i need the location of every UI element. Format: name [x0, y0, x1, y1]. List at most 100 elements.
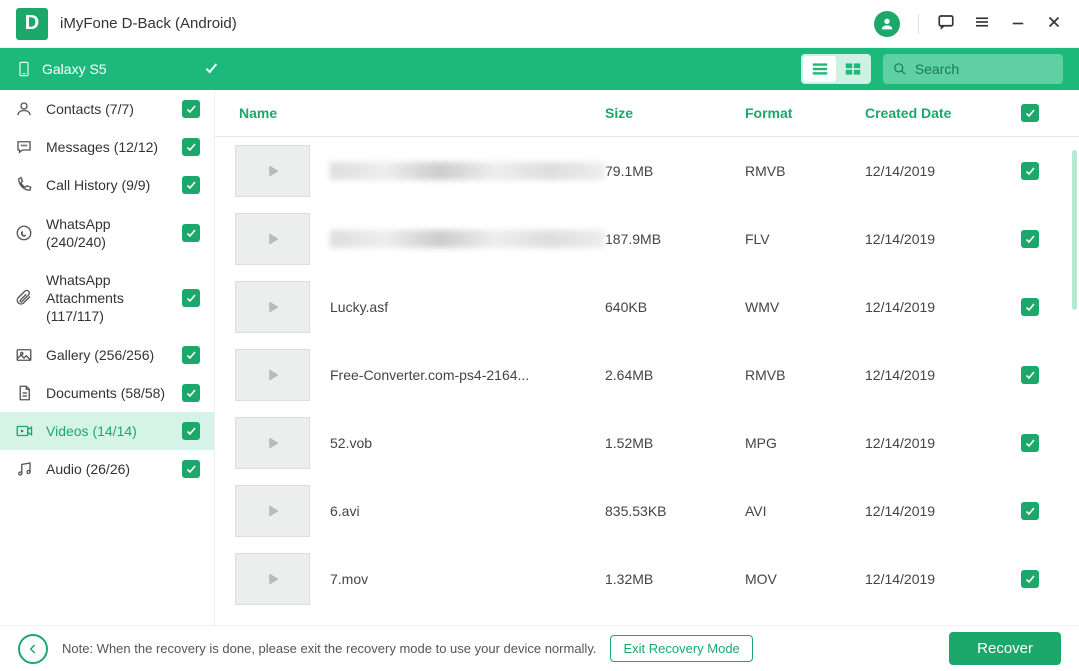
- col-name[interactable]: Name: [235, 105, 605, 121]
- file-name: 6.avi: [330, 503, 605, 519]
- file-date: 12/14/2019: [865, 435, 1015, 451]
- table-row[interactable]: 52.vob 1.52MB MPG 12/14/2019: [215, 409, 1077, 477]
- video-thumbnail: [235, 417, 310, 469]
- file-size: 640KB: [605, 299, 745, 315]
- row-checkbox[interactable]: [1015, 230, 1045, 248]
- sidebar: Contacts (7/7) Messages (12/12) Call His…: [0, 90, 215, 625]
- file-format: RMVB: [745, 163, 865, 179]
- row-checkbox[interactable]: [1015, 502, 1045, 520]
- col-format[interactable]: Format: [745, 105, 865, 121]
- view-toggle[interactable]: [801, 54, 871, 84]
- checkbox[interactable]: [182, 138, 200, 156]
- table-header: Name Size Format Created Date: [215, 90, 1079, 137]
- user-icon[interactable]: [874, 11, 900, 37]
- row-checkbox[interactable]: [1015, 298, 1045, 316]
- checkbox[interactable]: [182, 289, 200, 307]
- footer-note: Note: When the recovery is done, please …: [62, 641, 596, 656]
- app-logo: D: [16, 8, 48, 40]
- sidebar-item-label: Audio (26/26): [46, 460, 170, 478]
- device-name: Galaxy S5: [16, 58, 107, 80]
- doc-icon: [14, 384, 34, 402]
- sidebar-item-phone[interactable]: Call History (9/9): [0, 166, 214, 204]
- checkbox[interactable]: [182, 100, 200, 118]
- file-date: 12/14/2019: [865, 367, 1015, 383]
- col-select-all[interactable]: [1015, 104, 1045, 122]
- row-checkbox[interactable]: [1015, 162, 1045, 180]
- row-checkbox[interactable]: [1015, 570, 1045, 588]
- menu-icon[interactable]: [973, 13, 991, 34]
- sidebar-item-attach[interactable]: WhatsApp Attachments (117/117): [0, 261, 214, 336]
- video-thumbnail: [235, 145, 310, 197]
- file-format: RMVB: [745, 367, 865, 383]
- sidebar-item-gallery[interactable]: Gallery (256/256): [0, 336, 214, 374]
- back-button[interactable]: [18, 634, 48, 664]
- device-bar: Galaxy S5: [0, 48, 1079, 90]
- minimize-icon[interactable]: [1009, 13, 1027, 34]
- checkbox[interactable]: [182, 224, 200, 242]
- file-name: 7.mov: [330, 571, 605, 587]
- message-icon: [14, 138, 34, 156]
- table-row[interactable]: Free-Converter.com-ps4-2164... 2.64MB RM…: [215, 341, 1077, 409]
- file-name: ████████████: [330, 162, 605, 180]
- search-icon: [893, 61, 907, 77]
- checkbox[interactable]: [182, 346, 200, 364]
- close-icon[interactable]: [1045, 13, 1063, 34]
- file-size: 1.32MB: [605, 571, 745, 587]
- table-row[interactable]: 7.mov 1.32MB MOV 12/14/2019: [215, 545, 1077, 613]
- sidebar-item-label: Gallery (256/256): [46, 346, 170, 364]
- search-input[interactable]: [915, 61, 1053, 77]
- checkbox[interactable]: [182, 422, 200, 440]
- file-date: 12/14/2019: [865, 299, 1015, 315]
- sidebar-item-audio[interactable]: Audio (26/26): [0, 450, 214, 488]
- video-thumbnail: [235, 213, 310, 265]
- phone-icon: [14, 176, 34, 194]
- file-date: 12/14/2019: [865, 571, 1015, 587]
- sidebar-item-video[interactable]: Videos (14/14): [0, 412, 214, 450]
- checkbox[interactable]: [182, 384, 200, 402]
- checkbox[interactable]: [182, 176, 200, 194]
- video-thumbnail: [235, 553, 310, 605]
- titlebar: D iMyFone D-Back (Android): [0, 0, 1079, 48]
- app-title: iMyFone D-Back (Android): [60, 15, 237, 32]
- view-grid-button[interactable]: [836, 56, 869, 82]
- feedback-icon[interactable]: [937, 13, 955, 34]
- recover-button[interactable]: Recover: [949, 632, 1061, 665]
- video-icon: [14, 422, 34, 440]
- content: Name Size Format Created Date ██████████…: [215, 90, 1079, 625]
- table-row[interactable]: ████████████ 79.1MB RMVB 12/14/2019: [215, 137, 1077, 205]
- sidebar-item-doc[interactable]: Documents (58/58): [0, 374, 214, 412]
- video-thumbnail: [235, 485, 310, 537]
- scrollbar[interactable]: [1072, 150, 1077, 310]
- video-thumbnail: [235, 349, 310, 401]
- sidebar-item-label: Call History (9/9): [46, 176, 170, 194]
- audio-icon: [14, 460, 34, 478]
- file-format: AVI: [745, 503, 865, 519]
- file-format: MOV: [745, 571, 865, 587]
- row-checkbox[interactable]: [1015, 366, 1045, 384]
- checkbox[interactable]: [182, 460, 200, 478]
- table-row[interactable]: ███████ 187.9MB FLV 12/14/2019: [215, 205, 1077, 273]
- exit-recovery-button[interactable]: Exit Recovery Mode: [610, 635, 752, 662]
- file-size: 187.9MB: [605, 231, 745, 247]
- col-size[interactable]: Size: [605, 105, 745, 121]
- sidebar-item-contact[interactable]: Contacts (7/7): [0, 90, 214, 128]
- col-date[interactable]: Created Date: [865, 105, 1015, 121]
- file-name: Free-Converter.com-ps4-2164...: [330, 367, 605, 383]
- file-size: 79.1MB: [605, 163, 745, 179]
- file-format: MPG: [745, 435, 865, 451]
- row-checkbox[interactable]: [1015, 434, 1045, 452]
- sidebar-item-message[interactable]: Messages (12/12): [0, 128, 214, 166]
- table-row[interactable]: Lucky.asf 640KB WMV 12/14/2019: [215, 273, 1077, 341]
- file-date: 12/14/2019: [865, 163, 1015, 179]
- sidebar-item-whatsapp[interactable]: WhatsApp (240/240): [0, 205, 214, 261]
- table-row[interactable]: 6.avi 835.53KB AVI 12/14/2019: [215, 477, 1077, 545]
- file-format: WMV: [745, 299, 865, 315]
- view-list-button[interactable]: [803, 56, 836, 82]
- file-name: ███████: [330, 230, 605, 248]
- table-body: ████████████ 79.1MB RMVB 12/14/2019 ████…: [215, 137, 1079, 625]
- contact-icon: [14, 100, 34, 118]
- sidebar-item-label: Documents (58/58): [46, 384, 170, 402]
- file-size: 1.52MB: [605, 435, 745, 451]
- whatsapp-icon: [14, 224, 34, 242]
- search-box[interactable]: [883, 54, 1063, 84]
